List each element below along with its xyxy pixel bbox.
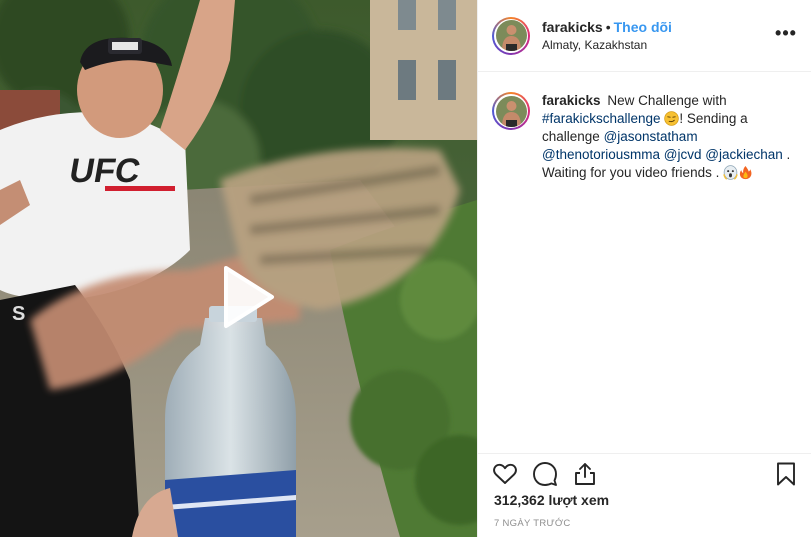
more-options-icon[interactable]: •••	[775, 24, 797, 44]
location-link[interactable]: Almaty, Kazakhstan	[542, 37, 672, 53]
hashtag-link[interactable]: #farakickschallenge	[542, 111, 661, 126]
profile-photo	[495, 20, 527, 51]
heart-icon	[493, 463, 517, 484]
bookmark-icon	[777, 462, 795, 485]
follow-button[interactable]: Theo dõi	[614, 19, 672, 35]
caption-username-link[interactable]: farakicks	[542, 93, 601, 108]
save-button[interactable]	[773, 461, 799, 487]
post-timestamp[interactable]: 7 NGÀY TRƯỚC	[494, 518, 571, 529]
comment-button[interactable]	[532, 461, 558, 487]
mention-link-jasonstatham[interactable]: @jasonstatham	[604, 129, 698, 144]
caption-text-1: New Challenge with	[607, 93, 727, 108]
post-panel: farakicks • Theo dõi Almaty, Kazakhstan ••…	[477, 0, 811, 537]
instagram-post: UFC S farakicks • Theo dõi Almaty, Kazak…	[0, 0, 811, 537]
smirk-emoji-icon	[664, 111, 680, 126]
share-icon	[575, 462, 595, 485]
play-button[interactable]	[208, 262, 278, 332]
play-icon	[224, 266, 274, 328]
mention-link-jackiechan[interactable]: @jackiechan	[705, 147, 783, 162]
like-button[interactable]	[492, 461, 518, 487]
avatar[interactable]	[492, 16, 530, 55]
caption-avatar[interactable]	[492, 92, 530, 130]
caption: farakicks New Challenge with #farakicksc…	[478, 72, 811, 182]
post-header: farakicks • Theo dõi Almaty, Kazakhstan ••…	[478, 0, 811, 72]
screaming-face-emoji-icon	[723, 165, 738, 180]
fire-emoji-icon	[740, 165, 752, 180]
svg-text:UFC: UFC	[67, 152, 143, 190]
view-count[interactable]: 312,362 lượt xem	[494, 492, 609, 508]
svg-text:S: S	[12, 303, 25, 325]
caption-text: farakicks New Challenge with #farakicksc…	[542, 92, 792, 182]
comment-icon	[533, 461, 557, 486]
mention-link-jcvd[interactable]: @jcvd	[664, 147, 702, 162]
video-player[interactable]: UFC S	[0, 0, 477, 537]
share-button[interactable]	[572, 461, 598, 487]
profile-photo	[495, 95, 527, 127]
username-link[interactable]: farakicks	[542, 19, 603, 35]
mention-link-thenotoriousmma[interactable]: @thenotoriousmma	[542, 147, 660, 162]
separator-dot: •	[605, 19, 611, 35]
action-bar	[478, 453, 811, 493]
